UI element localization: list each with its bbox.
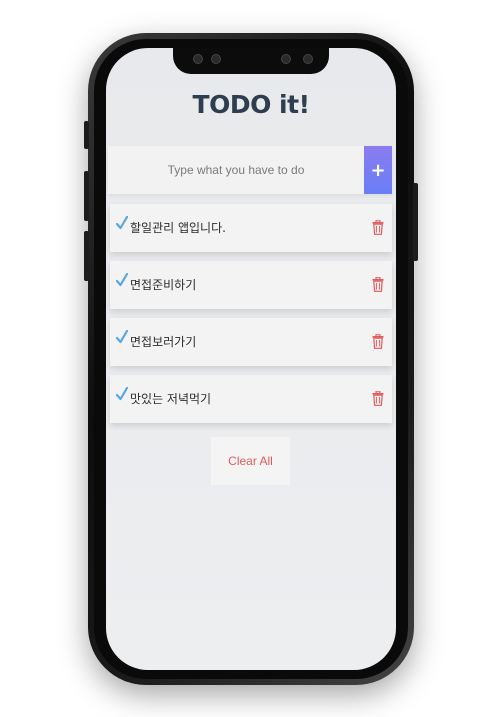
phone-screen: TODO it! + 할일관리 앱입니다. xyxy=(106,48,396,670)
sensor-dot xyxy=(281,54,291,64)
check-icon[interactable] xyxy=(116,273,128,287)
camera-dot xyxy=(193,54,203,64)
add-button[interactable]: + xyxy=(364,146,392,194)
todo-item[interactable]: 면접준비하기 xyxy=(110,261,392,309)
trash-icon[interactable] xyxy=(372,277,384,292)
todo-text: 면접보러가기 xyxy=(130,335,197,349)
todo-list: 할일관리 앱입니다. 면접준비하기 면접보러가기 맛있는 저녁먹기 xyxy=(110,204,392,432)
todo-text: 할일관리 앱입니다. xyxy=(130,221,226,235)
stage: TODO it! + 할일관리 앱입니다. xyxy=(0,0,500,717)
check-icon[interactable] xyxy=(116,387,128,401)
plus-icon: + xyxy=(370,159,386,181)
volume-up-button xyxy=(84,171,89,221)
todo-text: 면접준비하기 xyxy=(130,278,197,292)
mute-switch xyxy=(84,121,89,149)
trash-icon[interactable] xyxy=(372,220,384,235)
input-row: + xyxy=(108,146,392,194)
todo-item[interactable]: 할일관리 앱입니다. xyxy=(110,204,392,252)
volume-down-button xyxy=(84,231,89,281)
check-icon[interactable] xyxy=(116,216,128,230)
trash-icon[interactable] xyxy=(372,334,384,349)
sensor-dot xyxy=(211,54,221,64)
sensor-dot xyxy=(303,54,313,64)
todo-input[interactable] xyxy=(108,146,364,194)
trash-icon[interactable] xyxy=(372,391,384,406)
power-button xyxy=(413,183,418,261)
notch xyxy=(173,48,329,74)
todo-item[interactable]: 맛있는 저녁먹기 xyxy=(110,375,392,423)
todo-text: 맛있는 저녁먹기 xyxy=(130,392,212,406)
todo-item[interactable]: 면접보러가기 xyxy=(110,318,392,366)
app-title: TODO it! xyxy=(192,90,310,119)
check-icon[interactable] xyxy=(116,330,128,344)
clear-all-button[interactable]: Clear All xyxy=(211,437,290,485)
